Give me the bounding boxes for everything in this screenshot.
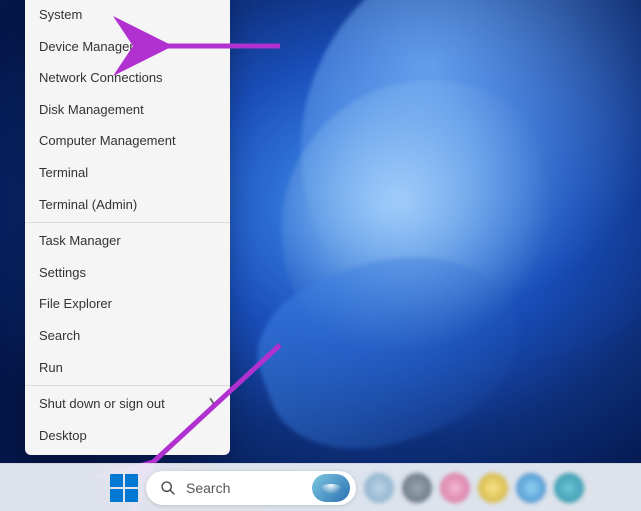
taskbar-pinned-app[interactable]: [402, 473, 432, 503]
taskbar-pinned-app[interactable]: [364, 473, 394, 503]
menu-item-disk-management[interactable]: Disk Management: [25, 94, 230, 126]
taskbar-search[interactable]: Search: [146, 471, 356, 505]
menu-item-desktop[interactable]: Desktop: [25, 420, 230, 452]
menu-item-label: Network Connections: [39, 70, 163, 86]
menu-item-shut-down-sign-out[interactable]: Shut down or sign out ❯: [25, 388, 230, 420]
search-icon: [160, 480, 176, 496]
search-highlight-thumb: [312, 474, 350, 502]
desktop: System Device Manager Network Connection…: [0, 0, 641, 511]
menu-item-label: Search: [39, 328, 80, 344]
menu-item-settings[interactable]: Settings: [25, 257, 230, 289]
taskbar-pinned-app[interactable]: [478, 473, 508, 503]
menu-item-label: Run: [39, 360, 63, 376]
chevron-right-icon: ❯: [208, 398, 216, 410]
menu-item-label: Shut down or sign out: [39, 396, 165, 412]
taskbar-pinned-app[interactable]: [440, 473, 470, 503]
menu-divider: [25, 385, 230, 386]
taskbar: Search: [0, 463, 641, 511]
menu-item-task-manager[interactable]: Task Manager: [25, 225, 230, 257]
menu-item-label: Terminal: [39, 165, 88, 181]
menu-item-label: Terminal (Admin): [39, 197, 137, 213]
menu-item-file-explorer[interactable]: File Explorer: [25, 288, 230, 320]
menu-item-label: Device Manager: [39, 39, 134, 55]
menu-item-network-connections[interactable]: Network Connections: [25, 62, 230, 94]
menu-item-run[interactable]: Run: [25, 352, 230, 384]
search-placeholder: Search: [186, 480, 230, 496]
menu-item-terminal-admin[interactable]: Terminal (Admin): [25, 189, 230, 221]
menu-item-system[interactable]: System: [25, 0, 230, 31]
menu-item-label: System: [39, 7, 82, 23]
menu-item-computer-management[interactable]: Computer Management: [25, 125, 230, 157]
menu-item-label: Disk Management: [39, 102, 144, 118]
menu-item-label: Desktop: [39, 428, 87, 444]
taskbar-pinned-app[interactable]: [554, 473, 584, 503]
winx-context-menu: System Device Manager Network Connection…: [25, 0, 230, 455]
menu-item-terminal[interactable]: Terminal: [25, 157, 230, 189]
menu-item-label: File Explorer: [39, 296, 112, 312]
menu-divider: [25, 222, 230, 223]
start-button[interactable]: [110, 474, 138, 502]
taskbar-pinned-app[interactable]: [516, 473, 546, 503]
menu-item-device-manager[interactable]: Device Manager: [25, 31, 230, 63]
menu-item-search[interactable]: Search: [25, 320, 230, 352]
menu-item-label: Settings: [39, 265, 86, 281]
menu-item-label: Computer Management: [39, 133, 176, 149]
menu-item-label: Task Manager: [39, 233, 121, 249]
